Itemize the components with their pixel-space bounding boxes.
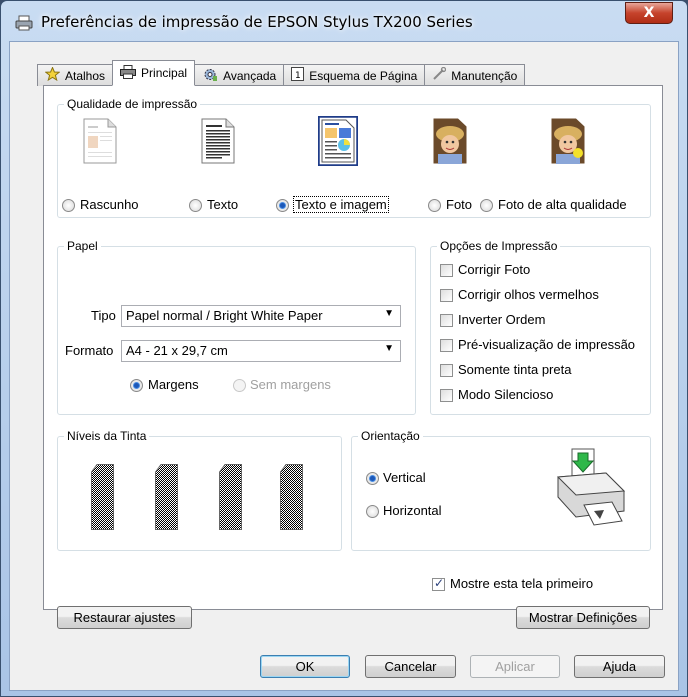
paper-type-label: Tipo (91, 308, 116, 323)
margins-radio[interactable] (130, 379, 143, 392)
dialog-window: Preferências de impressão de EPSON Stylu… (0, 0, 688, 697)
text-image-page-icon[interactable] (317, 115, 359, 169)
draft-radio[interactable] (62, 199, 75, 212)
group-title: Papel (64, 239, 101, 253)
photo-page-icon (433, 118, 467, 167)
orientation-group: Orientação Vertical Horizontal (351, 429, 651, 551)
tab-strip: Atalhos Principal Avançada 1 Esquema de … (37, 60, 526, 86)
help-button[interactable]: Ajuda (574, 655, 665, 678)
paper-format-value: A4 - 21 x 29,7 cm (126, 343, 228, 358)
ink-cartridge-icon (219, 464, 242, 530)
chevron-down-icon: ▼ (384, 343, 394, 354)
ok-button[interactable]: OK (260, 655, 350, 678)
draft-page-icon (83, 118, 117, 167)
vertical-label: Vertical (383, 470, 426, 485)
star-icon (44, 66, 61, 84)
print-options-group: Opções de Impressão Corrigir Foto Corrig… (430, 239, 651, 415)
text-image-label: Texto e imagem (293, 196, 389, 213)
tab-panel-principal: Qualidade de impressão Rascunho Texto Te… (43, 85, 663, 610)
paper-group: Papel Tipo Papel normal / Bright White P… (57, 239, 416, 415)
vertical-radio[interactable] (366, 472, 379, 485)
text-label: Texto (207, 197, 239, 212)
tab-principal[interactable]: Principal (112, 60, 196, 86)
tab-atalhos[interactable]: Atalhos (37, 64, 114, 86)
print-preview-checkbox[interactable] (440, 339, 453, 352)
wrench-icon (432, 66, 447, 84)
correct-photo-checkbox[interactable] (440, 264, 453, 277)
high-quality-photo-radio[interactable] (480, 199, 493, 212)
quality-group: Qualidade de impressão Rascunho Texto Te… (57, 97, 651, 218)
quiet-mode-label: Modo Silencioso (458, 387, 554, 402)
tab-manutencao[interactable]: Manutenção (424, 64, 526, 86)
svg-text:1: 1 (295, 71, 301, 81)
paper-type-value: Papel normal / Bright White Paper (126, 308, 323, 323)
tab-avancada[interactable]: Avançada (194, 64, 285, 86)
high-quality-photo-page-icon (551, 118, 585, 167)
close-button[interactable]: X (625, 2, 673, 24)
ink-levels-group: Níveis da Tinta (57, 429, 342, 551)
show-first-checkbox[interactable] (432, 576, 445, 591)
chevron-down-icon: ▼ (384, 308, 394, 319)
red-eye-checkbox[interactable] (440, 289, 453, 302)
margins-label: Margens (148, 377, 199, 392)
paper-format-select[interactable]: A4 - 21 x 29,7 cm ▼ (121, 340, 401, 362)
tab-label: Manutenção (451, 68, 518, 83)
correct-photo-label: Corrigir Foto (458, 262, 531, 277)
tab-label: Avançada (223, 68, 277, 83)
red-eye-label: Corrigir olhos vermelhos (458, 287, 599, 302)
page-layout-icon: 1 (291, 67, 305, 84)
draft-label: Rascunho (80, 197, 139, 212)
ink-cartridge-icon (155, 464, 178, 530)
apply-button[interactable]: Aplicar (470, 655, 560, 678)
dialog-client: Atalhos Principal Avançada 1 Esquema de … (9, 41, 679, 691)
photo-label: Foto (446, 197, 473, 212)
printer-icon (120, 64, 137, 82)
no-margins-radio[interactable] (233, 379, 246, 392)
black-ink-only-checkbox[interactable] (440, 364, 453, 377)
gear-icon (202, 67, 218, 85)
tab-label: Esquema de Página (309, 68, 418, 83)
text-radio[interactable] (189, 199, 202, 212)
tab-esquema-pagina[interactable]: 1 Esquema de Página (283, 64, 426, 86)
photo-radio[interactable] (428, 199, 441, 212)
group-title: Orientação (358, 429, 423, 443)
tab-label: Atalhos (65, 68, 106, 83)
reverse-order-label: Inverter Ordem (458, 312, 546, 327)
printer-orientation-icon (556, 448, 626, 526)
show-settings-button[interactable]: Mostrar Definições (516, 606, 650, 629)
black-ink-only-label: Somente tinta preta (458, 362, 572, 377)
quiet-mode-checkbox[interactable] (440, 389, 453, 402)
paper-type-select[interactable]: Papel normal / Bright White Paper ▼ (121, 305, 401, 327)
no-margins-label: Sem margens (250, 377, 331, 392)
printer-icon (15, 15, 33, 31)
horizontal-radio[interactable] (366, 505, 379, 518)
group-title: Níveis da Tinta (64, 429, 150, 443)
ink-cartridge-icon (91, 464, 114, 530)
group-title: Qualidade de impressão (64, 97, 201, 111)
text-page-icon (201, 118, 235, 167)
print-preview-label: Pré-visualização de impressão (458, 337, 636, 352)
text-image-radio[interactable] (276, 199, 289, 212)
paper-format-label: Formato (65, 343, 114, 358)
title-bar[interactable]: Preferências de impressão de EPSON Stylu… (1, 1, 687, 41)
ink-cartridge-icon (280, 464, 303, 530)
reverse-order-checkbox[interactable] (440, 314, 453, 327)
restore-settings-button[interactable]: Restaurar ajustes (57, 606, 192, 629)
high-quality-photo-label: Foto de alta qualidade (498, 197, 627, 212)
window-title: Preferências de impressão de EPSON Stylu… (41, 13, 473, 31)
horizontal-label: Horizontal (383, 503, 442, 518)
show-first-label: Mostre esta tela primeiro (450, 576, 594, 591)
tab-label: Principal (141, 66, 188, 80)
cancel-button[interactable]: Cancelar (365, 655, 456, 678)
group-title: Opções de Impressão (437, 239, 561, 253)
